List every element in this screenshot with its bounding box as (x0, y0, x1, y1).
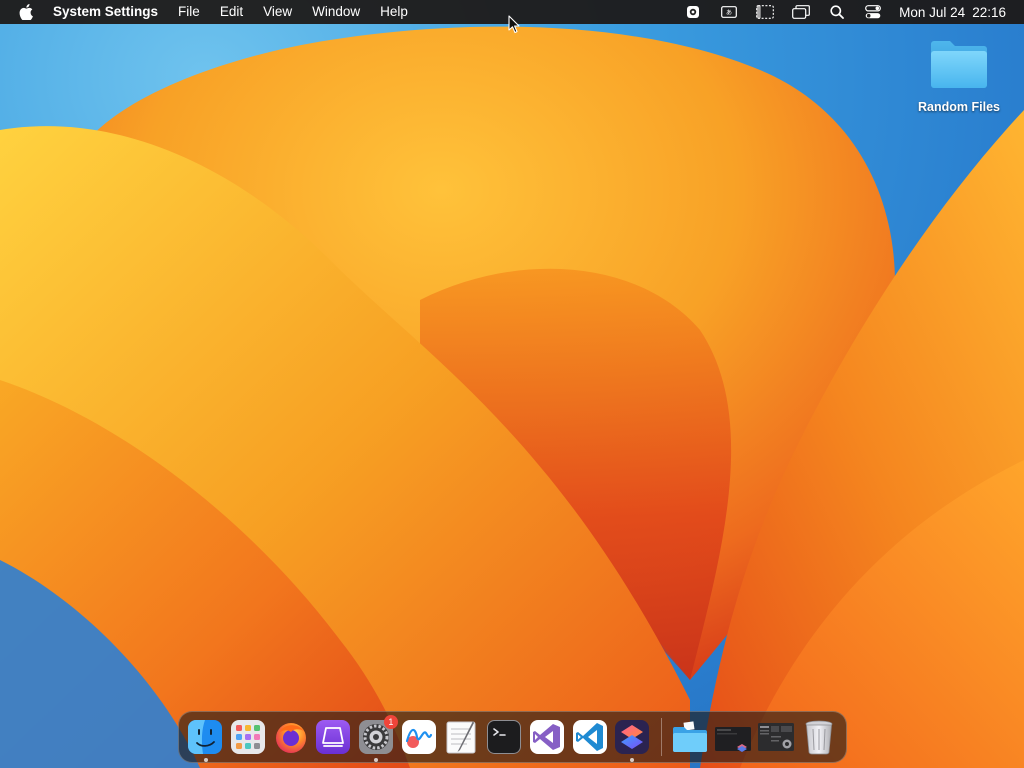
trash-icon (805, 720, 832, 755)
keyboard-input-icon[interactable]: あ (717, 0, 741, 24)
dock-folder-stack[interactable] (671, 718, 709, 756)
screen-mirror-icon[interactable] (753, 0, 777, 24)
menubar-clock[interactable]: Mon Jul 24 22:16 (899, 5, 1006, 20)
notification-badge: 1 (383, 715, 398, 729)
status-area: あ Mon Jul 24 22:16 (675, 0, 1024, 24)
dock-freeform[interactable] (400, 718, 438, 756)
dock-stack-app[interactable] (315, 718, 353, 756)
dock-shortcuts[interactable] (613, 718, 651, 762)
stack-app-icon (316, 720, 351, 754)
terminal-icon (487, 720, 522, 754)
shortcuts-icon (615, 720, 650, 754)
visual-studio-icon (529, 720, 564, 754)
dock-system-settings[interactable]: 1 (357, 715, 398, 762)
mouse-cursor (508, 15, 520, 39)
dock-terminal[interactable] (485, 718, 523, 756)
launchpad-icon (231, 720, 266, 754)
menu-window[interactable]: Window (302, 0, 370, 24)
vscode-icon (572, 720, 607, 754)
menu-file[interactable]: File (168, 0, 210, 24)
dock: 1 (178, 711, 847, 763)
dock-launchpad[interactable] (229, 718, 267, 756)
dock-trash[interactable] (800, 718, 838, 756)
wallpaper-petals (0, 26, 1024, 768)
clock-time: 22:16 (972, 4, 1006, 20)
windows-icon[interactable] (789, 0, 813, 24)
screenshots-stack-icon (757, 723, 794, 751)
apple-menu-icon[interactable] (16, 0, 36, 24)
freeform-icon (401, 720, 436, 754)
clock-date: Mon Jul 24 (899, 4, 966, 20)
dock-separator (660, 718, 662, 756)
firefox-icon (275, 723, 306, 753)
screenshot-stack-icon (714, 727, 751, 752)
dock-vscode[interactable] (571, 718, 609, 756)
control-center-icon[interactable] (861, 0, 885, 24)
dock-screenshot-stack[interactable] (714, 718, 752, 756)
desktop-folder-label: Random Files (918, 100, 1000, 114)
svg-text:あ: あ (726, 10, 732, 17)
running-indicator (203, 758, 208, 762)
running-indicator (374, 758, 379, 762)
search-icon[interactable] (825, 0, 849, 24)
menu-view[interactable]: View (253, 0, 302, 24)
desktop-folder-random-files[interactable]: Random Files (912, 38, 1006, 114)
menu-app-name[interactable]: System Settings (53, 0, 168, 24)
dock-screenshots-stack[interactable] (757, 718, 795, 756)
menu-edit[interactable]: Edit (210, 0, 253, 24)
textedit-icon (446, 721, 476, 754)
folder-stack-icon (672, 721, 707, 752)
menu-help[interactable]: Help (370, 0, 418, 24)
desktop-wallpaper (0, 0, 1024, 768)
running-indicator (630, 758, 635, 762)
dock-visual-studio[interactable] (528, 718, 566, 756)
finder-icon (188, 720, 223, 754)
gear-icon[interactable] (681, 0, 705, 24)
dock-finder[interactable] (187, 718, 225, 762)
folder-icon (931, 41, 987, 88)
dock-firefox[interactable] (272, 718, 310, 756)
dock-textedit[interactable] (443, 718, 481, 756)
